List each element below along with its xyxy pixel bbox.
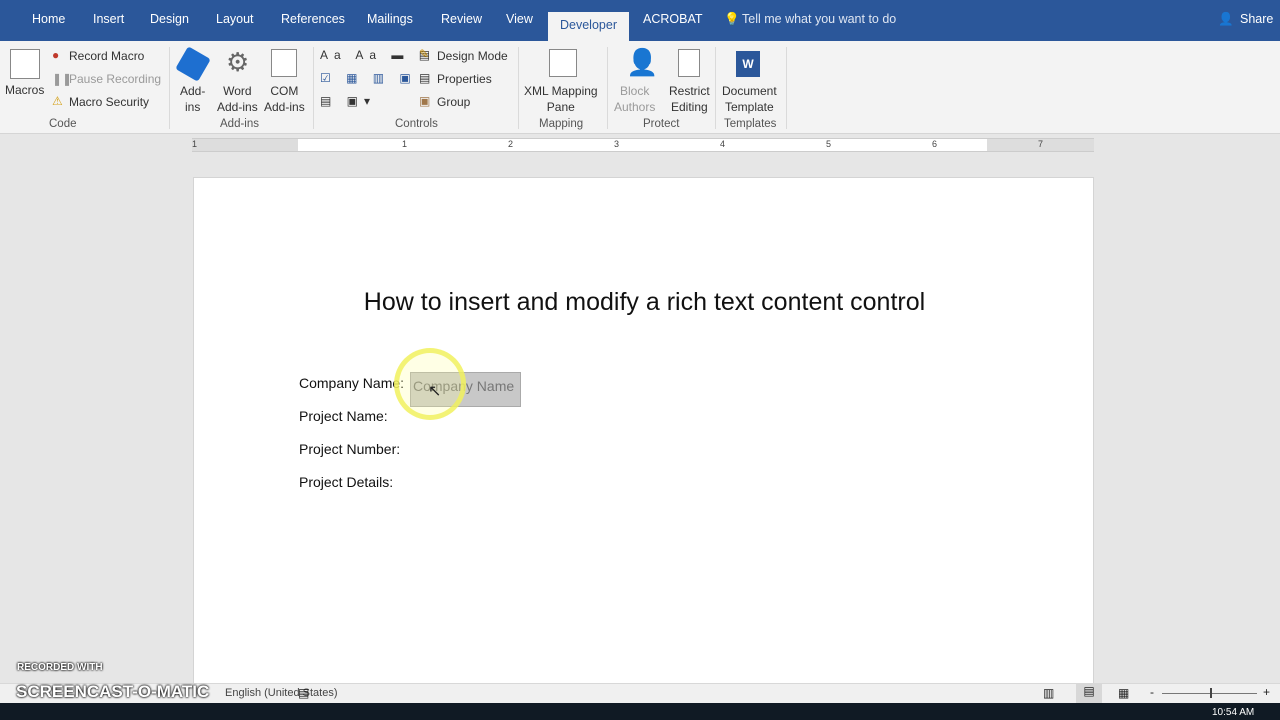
com-add-ins-button[interactable]: COM Add-ins xyxy=(264,83,305,115)
tab-references[interactable]: References xyxy=(281,12,345,26)
group-label-mapping: Mapping xyxy=(539,118,584,130)
clock: 10:54 AM xyxy=(1212,707,1255,718)
ruler-number: 4 xyxy=(720,139,726,149)
tab-home[interactable]: Home xyxy=(32,12,65,26)
restrict-editing-button[interactable]: Restrict Editing xyxy=(669,83,710,115)
print-layout-icon[interactable]: ▤ xyxy=(1076,684,1102,703)
project-name-label: Project Name: xyxy=(299,408,388,424)
project-details-label: Project Details: xyxy=(299,474,394,490)
block-authors-icon: 👤 xyxy=(626,47,659,77)
windows-taskbar: 10:54 AM xyxy=(0,703,1280,720)
xml-mapping-icon xyxy=(549,49,577,77)
tab-layout[interactable]: Layout xyxy=(216,12,254,26)
ruler-number: 7 xyxy=(1038,139,1044,149)
tab-mailings[interactable]: Mailings xyxy=(367,12,413,26)
document-template-button[interactable]: Document Template xyxy=(722,83,777,115)
ruler-number: 6 xyxy=(932,139,938,149)
ruler-number: 5 xyxy=(826,139,832,149)
person-icon: 👤 xyxy=(1218,12,1234,26)
ribbon: Macros ● Record Macro ❚❚ Pause Recording… xyxy=(0,41,1280,134)
macros-button[interactable]: Macros xyxy=(5,83,44,97)
warning-icon: ⚠ xyxy=(52,94,63,108)
word-add-ins-button[interactable]: Word Add-ins xyxy=(217,83,258,115)
properties-icon: ▤ xyxy=(419,71,431,85)
ruler-number: 1 xyxy=(402,139,408,149)
group-icon: ▣ xyxy=(419,94,431,108)
ruler-number: 2 xyxy=(508,139,514,149)
record-macro-button[interactable]: Record Macro xyxy=(69,49,144,63)
gear-icon: ⚙ xyxy=(226,47,250,77)
document-title: How to insert and modify a rich text con… xyxy=(363,288,926,316)
share-button[interactable]: Share xyxy=(1240,12,1273,26)
tab-view[interactable]: View xyxy=(506,12,533,26)
ruler-number: 1 xyxy=(192,139,198,149)
zoom-out-button[interactable]: - xyxy=(1150,685,1154,699)
design-mode-icon: ✎ xyxy=(419,47,430,61)
zoom-in-button[interactable]: + xyxy=(1263,685,1270,699)
watermark-line1: RECORDED WITH xyxy=(17,662,103,673)
record-icon: ● xyxy=(52,48,60,62)
add-ins-button[interactable]: Add- ins xyxy=(180,83,205,115)
tab-developer[interactable]: Developer xyxy=(548,12,629,41)
group-label-controls: Controls xyxy=(395,118,438,130)
macro-record-icon[interactable]: ▤ xyxy=(298,686,309,700)
group-label-add-ins: Add-ins xyxy=(220,118,259,130)
language-status[interactable]: English (United States) xyxy=(225,687,338,699)
word-document-icon: W xyxy=(736,51,760,77)
tell-me-search[interactable]: Tell me what you want to do xyxy=(742,12,896,26)
tab-review[interactable]: Review xyxy=(441,12,482,26)
legacy-controls-icons[interactable]: ▤ ▣▾ xyxy=(320,94,376,108)
company-name-label: Company Name: xyxy=(299,375,405,391)
document-page[interactable]: How to insert and modify a rich text con… xyxy=(193,177,1094,687)
group-label-protect: Protect xyxy=(643,118,680,130)
restrict-editing-icon xyxy=(678,49,700,77)
ribbon-tabs: Home Insert Design Layout References Mai… xyxy=(0,0,1280,41)
group-button[interactable]: Group xyxy=(437,95,470,109)
group-label-code: Code xyxy=(49,118,77,130)
ruler-number: 3 xyxy=(614,139,620,149)
macro-security-button[interactable]: Macro Security xyxy=(69,95,149,109)
block-authors-button: Block Authors xyxy=(614,84,656,114)
com-add-ins-icon xyxy=(271,49,297,77)
properties-button[interactable]: Properties xyxy=(437,72,492,86)
store-icon xyxy=(175,46,211,82)
horizontal-ruler[interactable]: 1 1 2 3 4 5 6 7 xyxy=(192,138,1094,152)
design-mode-button[interactable]: Design Mode xyxy=(437,49,508,63)
project-number-label: Project Number: xyxy=(299,441,401,457)
tab-design[interactable]: Design xyxy=(150,12,189,26)
tab-insert[interactable]: Insert xyxy=(93,12,124,26)
mouse-pointer-icon: ↖ xyxy=(428,383,442,400)
tab-acrobat[interactable]: ACROBAT xyxy=(643,12,703,26)
web-layout-icon[interactable]: ▦ xyxy=(1118,686,1129,700)
macros-icon xyxy=(10,49,40,79)
watermark-logo: SCREENCAST-O-MATIC xyxy=(16,682,210,701)
zoom-slider-thumb[interactable] xyxy=(1210,688,1212,698)
lightbulb-icon: 💡 xyxy=(724,12,740,26)
checkbox-controls-icons[interactable]: ☑ ▦ ▥ ▣ xyxy=(320,71,417,85)
pause-recording-button[interactable]: Pause Recording xyxy=(69,72,161,86)
group-label-templates: Templates xyxy=(724,118,777,130)
read-mode-icon[interactable]: ▥ xyxy=(1043,686,1054,700)
xml-mapping-pane-button[interactable]: XML Mapping Pane xyxy=(524,83,598,115)
